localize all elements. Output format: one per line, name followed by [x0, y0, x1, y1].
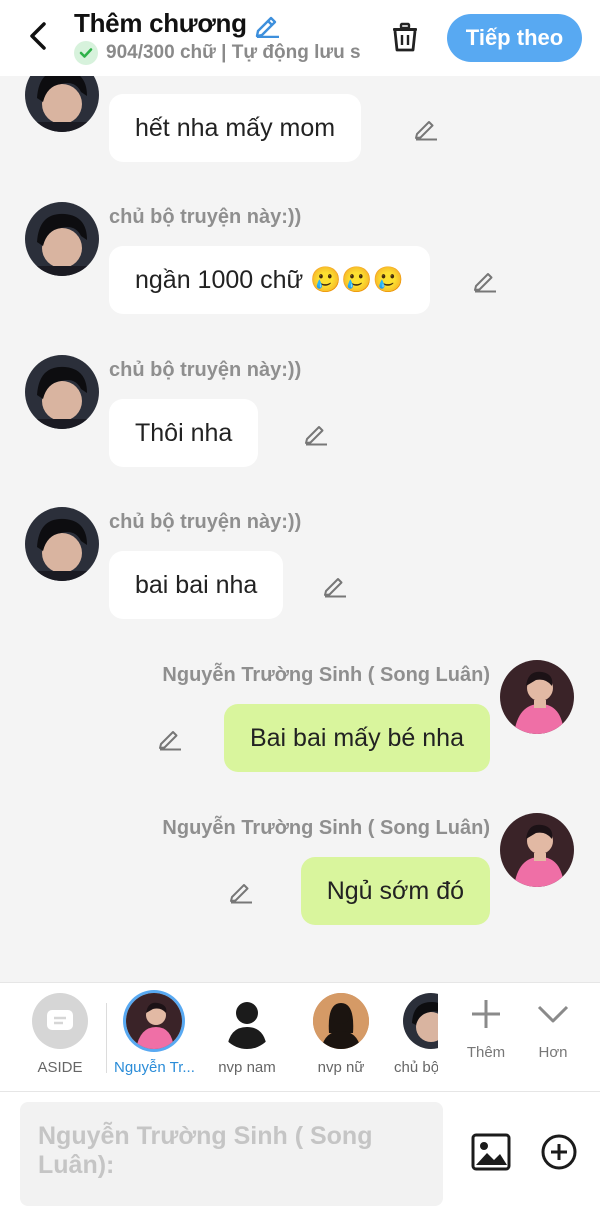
- message-row: hết nha mấy mom: [0, 76, 600, 174]
- avatar[interactable]: [25, 76, 99, 132]
- image-icon: [471, 1133, 511, 1171]
- message-bubble[interactable]: hết nha mấy mom: [109, 94, 362, 162]
- word-count-status: 904/300 chữ | Tự động lưu s: [106, 42, 361, 63]
- page-title: Thêm chương: [74, 8, 247, 38]
- character-nguyen-truong-sinh[interactable]: Nguyễn Tr...: [114, 993, 194, 1076]
- pencil-icon: [324, 578, 346, 598]
- pencil-icon: [415, 121, 437, 141]
- avatar: [403, 993, 438, 1049]
- back-button[interactable]: [18, 16, 58, 56]
- sender-name: Nguyễn Trường Sinh ( Song Luân): [162, 664, 490, 686]
- avatar[interactable]: [25, 202, 99, 276]
- chevron-left-icon: [30, 22, 46, 50]
- pencil-icon: [255, 16, 279, 38]
- character-selector: ASIDE Nguyễn Tr... nvp nam nvp nữ chủ bộ…: [0, 982, 600, 1092]
- character-aside[interactable]: ASIDE: [20, 993, 100, 1076]
- female-silhouette-icon: [313, 993, 369, 1049]
- edit-message-button[interactable]: [411, 113, 441, 143]
- chapter-title-block: Thêm chương 904/300 chữ | Tự động lưu s: [74, 8, 374, 65]
- plus-circle-icon: [541, 1134, 577, 1170]
- edit-message-button[interactable]: [155, 723, 185, 753]
- message-row: Nguyễn Trường Sinh ( Song Luân) Bai bai …: [0, 660, 600, 780]
- avatar[interactable]: [500, 660, 574, 734]
- character-label: chủ bộ: [394, 1059, 438, 1076]
- character-chu-bo[interactable]: chủ bộ: [388, 993, 438, 1076]
- edit-message-button[interactable]: [470, 265, 500, 295]
- pencil-icon: [305, 426, 327, 446]
- message-row: Nguyễn Trường Sinh ( Song Luân) Ngủ sớm …: [0, 813, 600, 933]
- message-bubble[interactable]: Bai bai mấy bé nha: [223, 704, 490, 772]
- sender-name: chủ bộ truyện này:)): [109, 359, 302, 381]
- character-nvp-nu[interactable]: nvp nữ: [301, 993, 381, 1076]
- edit-message-button[interactable]: [301, 418, 331, 448]
- insert-image-button[interactable]: [470, 1131, 512, 1173]
- message-bubble[interactable]: bai bai nha: [109, 551, 284, 619]
- top-bar: Thêm chương 904/300 chữ | Tự động lưu s …: [0, 0, 600, 76]
- tool-label: Thêm: [466, 1044, 506, 1061]
- edit-message-button[interactable]: [320, 570, 350, 600]
- avatar[interactable]: [25, 355, 99, 429]
- message-bubble[interactable]: ngần 1000 chữ 🥲🥲🥲: [109, 246, 430, 314]
- add-button[interactable]: [540, 1133, 578, 1171]
- edit-message-button[interactable]: [226, 876, 256, 906]
- message-input[interactable]: [20, 1102, 443, 1206]
- message-bubble[interactable]: Ngủ sớm đó: [300, 857, 490, 925]
- aside-icon: [32, 993, 88, 1049]
- character-label: ASIDE: [37, 1059, 83, 1076]
- edit-title-button[interactable]: [253, 10, 281, 38]
- avatar[interactable]: [25, 507, 99, 581]
- next-button[interactable]: Tiếp theo: [447, 14, 582, 62]
- avatar[interactable]: [500, 813, 574, 887]
- sender-name: chủ bộ truyện này:)): [109, 206, 302, 228]
- pencil-icon: [230, 884, 252, 904]
- chat-area[interactable]: hết nha mấy mom chủ bộ truyện này:)) ngầ…: [0, 76, 600, 982]
- message-bubble[interactable]: Thôi nha: [109, 399, 259, 467]
- character-label: nvp nam: [218, 1059, 276, 1076]
- divider: [106, 1003, 107, 1073]
- male-silhouette-icon: [219, 993, 275, 1049]
- trash-icon: [393, 22, 417, 52]
- message-row: chủ bộ truyện này:)) ngần 1000 chữ 🥲🥲🥲: [0, 202, 600, 322]
- message-row: chủ bộ truyện này:)) bai bai nha: [0, 507, 600, 627]
- chevron-down-icon: [537, 1005, 569, 1023]
- sender-name: chủ bộ truyện này:)): [109, 511, 302, 533]
- plus-icon: [472, 1000, 500, 1028]
- pencil-icon: [474, 273, 496, 293]
- avatar: [126, 993, 182, 1049]
- expand-button[interactable]: Hơn: [523, 997, 583, 1061]
- message-row: chủ bộ truyện này:)) Thôi nha: [0, 355, 600, 475]
- saved-check-icon: [74, 41, 98, 65]
- character-nvp-nam[interactable]: nvp nam: [207, 993, 287, 1076]
- character-label: Nguyễn Tr...: [114, 1059, 194, 1076]
- tool-label: Hơn: [538, 1044, 568, 1061]
- delete-button[interactable]: [386, 18, 424, 56]
- pencil-icon: [159, 731, 181, 751]
- character-label: nvp nữ: [317, 1059, 365, 1076]
- sender-name: Nguyễn Trường Sinh ( Song Luân): [162, 817, 490, 839]
- add-character-button[interactable]: Thêm: [456, 997, 516, 1061]
